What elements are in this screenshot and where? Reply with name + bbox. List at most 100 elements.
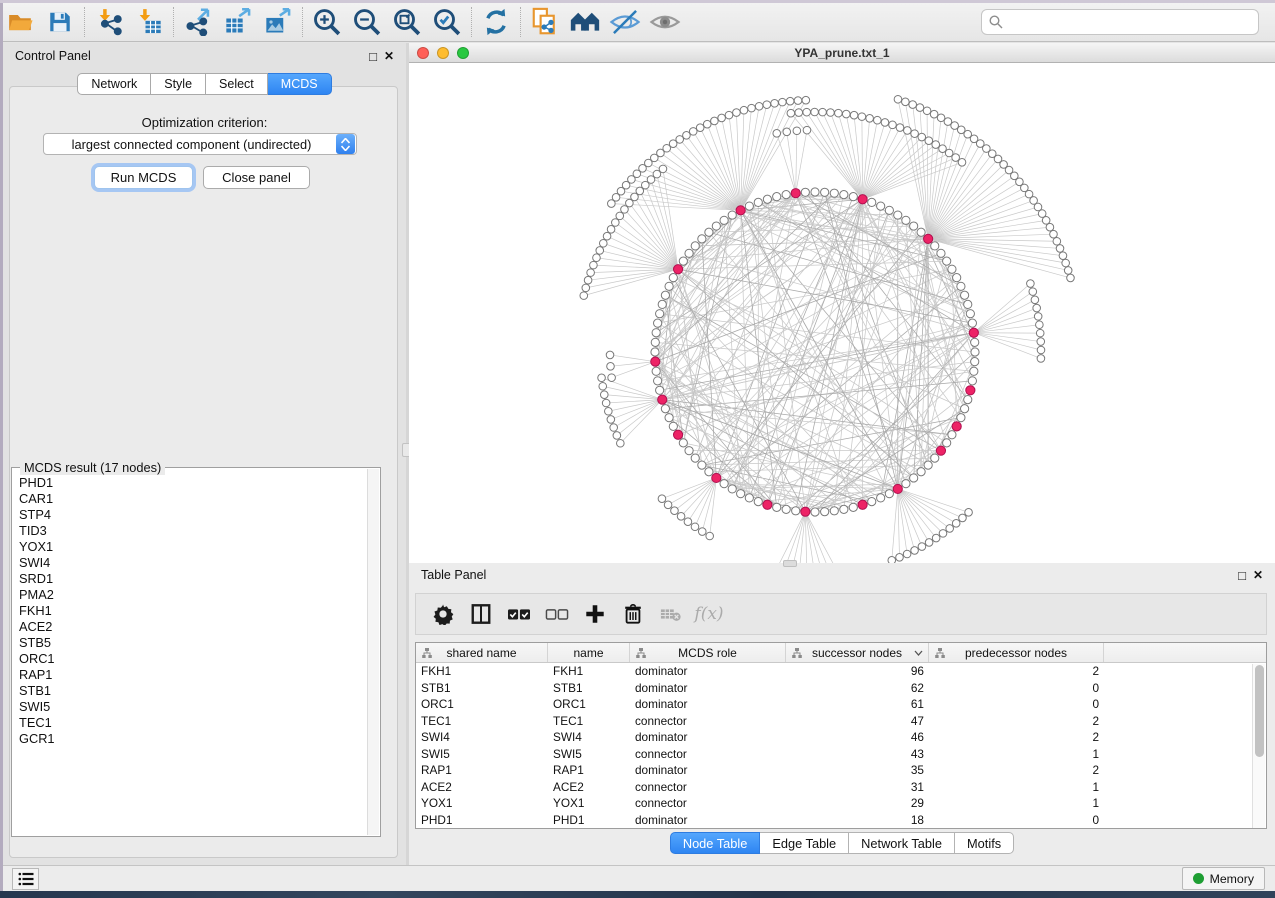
table-settings-button[interactable]	[426, 597, 460, 631]
network-canvas[interactable]	[409, 63, 1275, 563]
search-input[interactable]	[981, 9, 1259, 35]
function-builder-button[interactable]: f(x)	[692, 597, 726, 631]
save-session-button[interactable]	[40, 5, 80, 39]
mcds-result-item[interactable]: SWI4	[19, 555, 365, 571]
column-header-shared-name[interactable]: shared name	[416, 643, 548, 662]
tab-edge-table[interactable]: Edge Table	[760, 832, 849, 854]
zoom-selected-icon	[432, 7, 462, 37]
mcds-result-item[interactable]: PHD1	[19, 475, 365, 491]
zoom-in-button[interactable]	[307, 5, 347, 39]
table-cell: dominator	[630, 697, 786, 711]
mcds-result-item[interactable]: SRD1	[19, 571, 365, 587]
search-container	[981, 9, 1259, 35]
mcds-result-item[interactable]: CAR1	[19, 491, 365, 507]
table-cell: 1	[929, 796, 1104, 810]
mcds-result-item[interactable]: TEC1	[19, 715, 365, 731]
mcds-result-item[interactable]: SWI5	[19, 699, 365, 715]
table-cell: PHD1	[548, 813, 630, 827]
mcds-result-item[interactable]: GCR1	[19, 731, 365, 747]
column-header-name[interactable]: name	[548, 643, 630, 662]
task-history-button[interactable]	[12, 868, 39, 890]
export-network-button[interactable]	[178, 5, 218, 39]
create-column-button[interactable]	[578, 597, 612, 631]
control-panel-close-icon[interactable]: ✕	[384, 50, 394, 62]
tab-network-table[interactable]: Network Table	[849, 832, 955, 854]
deselect-all-icon	[545, 603, 569, 625]
mcds-list-scrollbar[interactable]	[367, 469, 379, 835]
memory-button[interactable]: Memory	[1182, 867, 1265, 890]
tab-select[interactable]: Select	[206, 73, 268, 95]
network-graph[interactable]	[409, 63, 1275, 563]
mcds-result-item[interactable]: STP4	[19, 507, 365, 523]
first-neighbors-button[interactable]	[565, 5, 605, 39]
select-all-icon	[507, 603, 531, 625]
table-row[interactable]: YOX1YOX1connector291	[416, 795, 1266, 812]
column-header-MCDS-role[interactable]: MCDS role	[630, 643, 786, 662]
deselect-all-rows-button[interactable]	[540, 597, 574, 631]
table-panel-float-icon[interactable]: □	[1238, 569, 1246, 582]
run-mcds-button[interactable]: Run MCDS	[94, 166, 193, 189]
memory-label: Memory	[1210, 872, 1254, 886]
column-header-predecessor-nodes[interactable]: predecessor nodes	[929, 643, 1104, 662]
table-cell: connector	[630, 780, 786, 794]
delete-column-button[interactable]	[616, 597, 650, 631]
export-table-button[interactable]	[218, 5, 258, 39]
table-row[interactable]: TEC1TEC1connector472	[416, 713, 1266, 730]
mcds-result-item[interactable]: RAP1	[19, 667, 365, 683]
apply-layout-button[interactable]	[476, 5, 516, 39]
table-row[interactable]: STB1STB1dominator620	[416, 680, 1266, 697]
close-panel-button[interactable]: Close panel	[203, 166, 310, 189]
mcds-result-list[interactable]: PHD1CAR1STP4TID3YOX1SWI4SRD1PMA2FKH1ACE2…	[13, 471, 365, 833]
tab-style[interactable]: Style	[151, 73, 206, 95]
memory-status-icon	[1193, 873, 1204, 884]
control-panel-float-icon[interactable]: □	[369, 50, 377, 63]
delete-table-button[interactable]	[654, 597, 688, 631]
mcds-result-item[interactable]: TID3	[19, 523, 365, 539]
export-image-button[interactable]	[258, 5, 298, 39]
table-cell: TEC1	[548, 714, 630, 728]
network-window-titlebar[interactable]: YPA_prune.txt_1	[409, 43, 1275, 63]
zoom-selected-button[interactable]	[427, 5, 467, 39]
table-cell: ORC1	[416, 697, 548, 711]
table-cell: YOX1	[416, 796, 548, 810]
mcds-result-item[interactable]: YOX1	[19, 539, 365, 555]
zoom-fit-icon	[392, 7, 422, 37]
table-row[interactable]: SWI5SWI5connector431	[416, 746, 1266, 763]
zoom-out-button[interactable]	[347, 5, 387, 39]
mcds-result-item[interactable]: STB1	[19, 683, 365, 699]
table-row[interactable]: RAP1RAP1dominator352	[416, 762, 1266, 779]
table-panel-close-icon[interactable]: ✕	[1253, 569, 1263, 581]
table-scrollbar[interactable]	[1252, 664, 1265, 828]
toolbar-separator	[471, 7, 472, 37]
table-row[interactable]: ACE2ACE2connector311	[416, 779, 1266, 796]
mcds-result-item[interactable]: ACE2	[19, 619, 365, 635]
show-columns-button[interactable]	[464, 597, 498, 631]
window-zoom-traffic-icon[interactable]	[457, 47, 469, 59]
table-row[interactable]: ORC1ORC1dominator610	[416, 696, 1266, 713]
tab-mcds[interactable]: MCDS	[268, 73, 332, 95]
table-row[interactable]: FKH1FKH1dominator962	[416, 663, 1266, 680]
tab-network[interactable]: Network	[77, 73, 151, 95]
mcds-result-item[interactable]: ORC1	[19, 651, 365, 667]
import-network-button[interactable]	[89, 5, 129, 39]
open-file-button[interactable]	[0, 5, 40, 39]
window-minimize-traffic-icon[interactable]	[437, 47, 449, 59]
table-row[interactable]: PHD1PHD1dominator180	[416, 812, 1266, 829]
table-cell: 0	[929, 681, 1104, 695]
window-close-traffic-icon[interactable]	[417, 47, 429, 59]
criterion-dropdown[interactable]: largest connected component (undirected)	[43, 133, 357, 155]
mcds-result-item[interactable]: PMA2	[19, 587, 365, 603]
tab-motifs[interactable]: Motifs	[955, 832, 1014, 854]
mcds-result-item[interactable]: STB5	[19, 635, 365, 651]
clone-network-button[interactable]	[525, 5, 565, 39]
zoom-fit-button[interactable]	[387, 5, 427, 39]
column-header-successor-nodes[interactable]: successor nodes	[786, 643, 929, 662]
import-table-button[interactable]	[129, 5, 169, 39]
select-all-rows-button[interactable]	[502, 597, 536, 631]
hide-selected-button[interactable]	[605, 5, 645, 39]
tab-node-table[interactable]: Node Table	[670, 832, 761, 854]
show-all-button[interactable]	[645, 5, 685, 39]
table-scrollbar-thumb[interactable]	[1255, 665, 1264, 757]
mcds-result-item[interactable]: FKH1	[19, 603, 365, 619]
table-row[interactable]: SWI4SWI4dominator462	[416, 729, 1266, 746]
